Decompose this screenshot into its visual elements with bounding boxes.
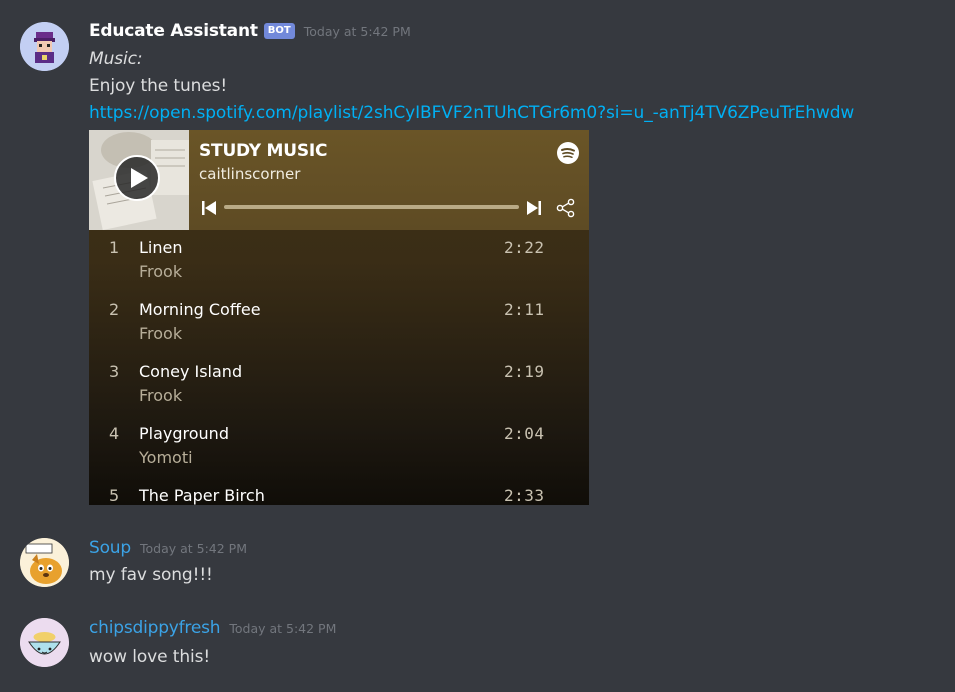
timestamp: Today at 5:42 PM (303, 23, 411, 39)
timestamp: Today at 5:42 PM (139, 540, 247, 556)
message-text-enjoy: Enjoy the tunes! (89, 76, 228, 96)
playlist-cover-image (89, 130, 189, 230)
message-chipsdippyfresh: chipsdippyfresh Today at 5:42 PM wow lov… (0, 610, 955, 692)
spotify-link[interactable]: https://open.spotify.com/playlist/2shCyI… (89, 103, 854, 123)
message-text: my fav song!!! (89, 565, 213, 585)
previous-track-icon[interactable] (202, 200, 216, 219)
username[interactable]: Educate Assistant (89, 21, 258, 41)
track-duration: 2:04 (504, 424, 545, 443)
track-number: 5 (109, 486, 120, 505)
message-soup: Soup Today at 5:42 PM my fav song!!! (0, 530, 955, 600)
play-icon (131, 168, 148, 188)
spotify-embed: STUDY MUSIC caitlinscorner 1 Linen Frook… (89, 130, 589, 505)
avatar[interactable] (20, 618, 69, 667)
spotify-logo-icon[interactable] (557, 142, 579, 168)
track-artist: Frook (139, 386, 183, 405)
track-artist: Yomoti (139, 448, 193, 467)
track-duration: 2:19 (504, 362, 545, 381)
avatar[interactable] (20, 538, 69, 587)
message-educate-assistant: Educate Assistant BOT Today at 5:42 PM M… (0, 0, 955, 520)
timestamp: Today at 5:42 PM (229, 620, 337, 636)
track-number: 2 (109, 300, 120, 319)
track-name: Morning Coffee (139, 300, 261, 319)
share-icon[interactable] (556, 198, 576, 222)
track-artist: Frook (139, 324, 183, 343)
track-row[interactable]: 5 The Paper Birch 2:33 (89, 478, 589, 505)
progress-bar[interactable] (224, 205, 519, 209)
bot-badge: BOT (263, 23, 295, 39)
track-number: 1 (109, 238, 120, 257)
next-track-icon[interactable] (527, 200, 541, 219)
track-duration: 2:22 (504, 238, 545, 257)
track-duration: 2:33 (504, 486, 545, 505)
track-name: The Paper Birch (139, 486, 265, 505)
playlist-owner[interactable]: caitlinscorner (199, 165, 300, 183)
username[interactable]: Soup (89, 538, 131, 558)
track-row[interactable]: 1 Linen Frook 2:22 (89, 230, 589, 292)
track-name: Coney Island (139, 362, 243, 381)
track-row[interactable]: 4 Playground Yomoti 2:04 (89, 416, 589, 478)
playlist-title[interactable]: STUDY MUSIC (199, 141, 328, 161)
username[interactable]: chipsdippyfresh (89, 618, 221, 638)
track-number: 3 (109, 362, 120, 381)
track-duration: 2:11 (504, 300, 545, 319)
track-row[interactable]: 3 Coney Island Frook 2:19 (89, 354, 589, 416)
message-text: wow love this! (89, 647, 211, 667)
track-name: Linen (139, 238, 183, 257)
track-name: Playground (139, 424, 229, 443)
avatar[interactable] (20, 22, 69, 71)
track-number: 4 (109, 424, 120, 443)
message-text-music: Music: (89, 49, 143, 69)
play-button[interactable] (114, 155, 160, 201)
track-artist: Frook (139, 262, 183, 281)
track-row[interactable]: 2 Morning Coffee Frook 2:11 (89, 292, 589, 354)
